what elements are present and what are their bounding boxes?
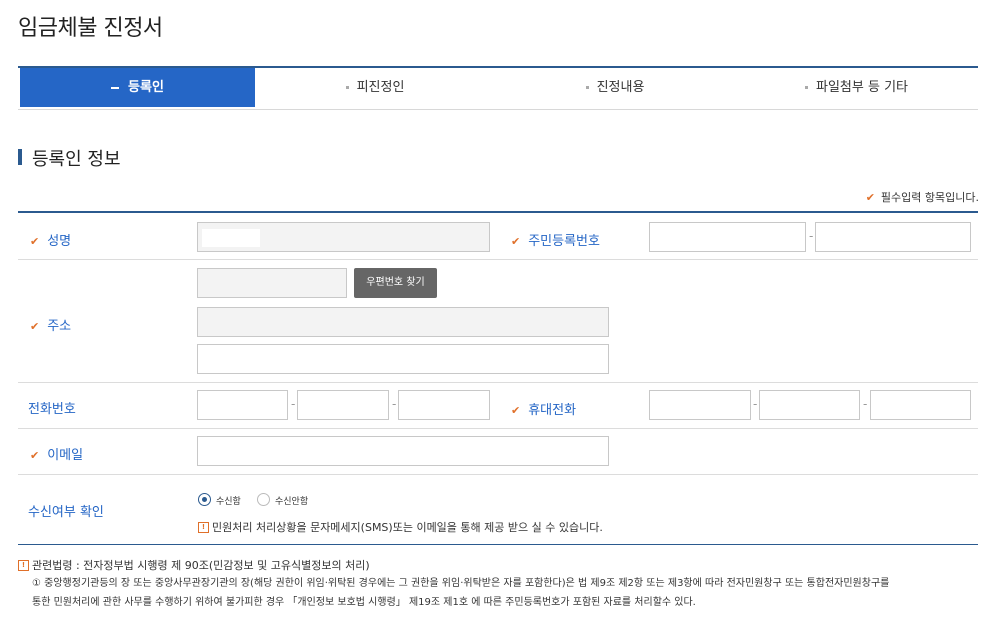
mobile-part3-field[interactable] bbox=[870, 390, 971, 420]
address2-field[interactable] bbox=[197, 344, 609, 374]
radio-not-receive-label[interactable]: 수신안함 bbox=[275, 494, 308, 507]
page-title: 임금체불 진정서 bbox=[18, 16, 163, 41]
required-note-text: 필수입력 항목입니다. bbox=[880, 191, 979, 204]
consent-notice: 민원처리 처리상황을 문자메세지(SMS)또는 이메일을 통해 제공 받으 실 … bbox=[212, 521, 603, 534]
section-title: 등록인 정보 bbox=[32, 149, 121, 170]
check-icon: ✔ bbox=[30, 320, 40, 333]
email-label: ✔ 이메일 bbox=[30, 444, 83, 463]
radio-receive-label[interactable]: 수신함 bbox=[216, 494, 241, 507]
mobile-label-text: 휴대전화 bbox=[528, 403, 577, 418]
legal-line2: 통한 민원처리에 관한 사무를 수행하기 위하여 불가피한 경우 「개인정보 보… bbox=[32, 597, 696, 608]
dash-separator: - bbox=[809, 229, 814, 243]
rrn-second-field[interactable] bbox=[815, 222, 971, 252]
mobile-label: ✔ 휴대전화 bbox=[511, 399, 576, 418]
name-label-text: 성명 bbox=[47, 234, 72, 249]
phone-label: 전화번호 bbox=[28, 402, 76, 417]
phone-part1-field[interactable] bbox=[197, 390, 288, 420]
dash-separator: - bbox=[753, 397, 758, 411]
email-field[interactable] bbox=[197, 436, 609, 466]
section-marker bbox=[18, 149, 22, 165]
phone-part2-field[interactable] bbox=[297, 390, 389, 420]
address-label-text: 주소 bbox=[47, 319, 72, 334]
consent-label: 수신여부 확인 bbox=[28, 505, 104, 520]
row-divider bbox=[18, 474, 978, 475]
bullet-icon bbox=[805, 86, 808, 89]
tab-label: 파일첨부 등 기타 bbox=[816, 80, 908, 95]
name-label: ✔ 성명 bbox=[30, 230, 71, 249]
legal-title: 관련법령 : 전자정부법 시행령 제 90조(민감정보 및 고유식별정보의 처리… bbox=[32, 559, 370, 572]
tab-respondent[interactable]: 피진정인 bbox=[255, 68, 495, 107]
check-icon: ✔ bbox=[511, 404, 521, 417]
dash-icon bbox=[111, 86, 120, 89]
name-redaction bbox=[202, 229, 260, 247]
radio-receive[interactable] bbox=[198, 493, 211, 506]
tab-bar: 등록인 피진정인 진정내용 파일첨부 등 기타 bbox=[18, 66, 978, 110]
check-icon: ✔ bbox=[30, 235, 40, 248]
required-note: ✔ 필수입력 항목입니다. bbox=[866, 189, 979, 205]
zipcode-field[interactable] bbox=[197, 268, 347, 298]
row-divider bbox=[18, 428, 978, 429]
notice-icon: ! bbox=[198, 522, 209, 533]
dash-separator: - bbox=[863, 397, 868, 411]
address1-field[interactable] bbox=[197, 307, 609, 337]
tab-label: 피진정인 bbox=[356, 80, 405, 95]
tab-label: 등록인 bbox=[128, 80, 164, 95]
email-label-text: 이메일 bbox=[47, 448, 84, 463]
rrn-label-text: 주민등록번호 bbox=[528, 234, 600, 249]
check-icon: ✔ bbox=[30, 449, 40, 462]
tab-attachments[interactable]: 파일첨부 등 기타 bbox=[735, 68, 978, 107]
form-top-border bbox=[18, 211, 978, 213]
zipcode-search-button[interactable]: 우편번호 찾기 bbox=[354, 268, 437, 298]
row-divider bbox=[18, 382, 978, 383]
mobile-part2-field[interactable] bbox=[759, 390, 860, 420]
dash-separator: - bbox=[392, 397, 397, 411]
rrn-label: ✔ 주민등록번호 bbox=[511, 230, 600, 249]
check-icon: ✔ bbox=[511, 235, 521, 248]
address-label: ✔ 주소 bbox=[30, 315, 71, 334]
row-divider bbox=[18, 259, 978, 260]
mobile-part1-field[interactable] bbox=[649, 390, 751, 420]
tab-registrant[interactable]: 등록인 bbox=[20, 68, 255, 107]
tab-label: 진정내용 bbox=[596, 80, 645, 95]
notice-icon: ! bbox=[18, 560, 29, 571]
dash-separator: - bbox=[291, 397, 296, 411]
bullet-icon bbox=[345, 86, 349, 89]
rrn-first-field[interactable] bbox=[649, 222, 806, 252]
radio-not-receive[interactable] bbox=[257, 493, 270, 506]
check-icon: ✔ bbox=[865, 191, 875, 204]
tab-complaint[interactable]: 진정내용 bbox=[495, 68, 735, 107]
legal-line1: ① 중앙행정기관등의 장 또는 중앙사무관장기관의 장(해당 권한이 위임·위탁… bbox=[32, 578, 890, 589]
phone-part3-field[interactable] bbox=[398, 390, 490, 420]
form-bottom-border bbox=[18, 544, 978, 545]
bullet-icon bbox=[585, 86, 589, 89]
